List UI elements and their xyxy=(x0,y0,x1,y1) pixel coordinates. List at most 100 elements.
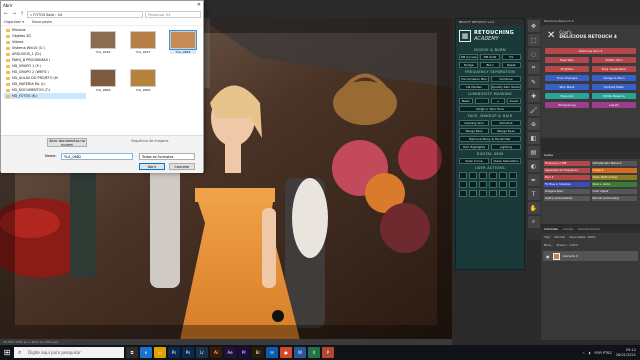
ra-action-button[interactable]: Lighting xyxy=(491,144,521,150)
hand-tool-icon[interactable]: ✋ xyxy=(527,202,540,214)
dr-action-button[interactable]: Sharpening xyxy=(545,102,589,108)
action-button[interactable]: Clean Teeth & Eyes xyxy=(591,175,637,180)
gradient-tool-icon[interactable]: ▤ xyxy=(527,146,540,158)
taskbar-app-icon[interactable]: Ps xyxy=(182,347,194,358)
file-name-input[interactable]: YLA_0682 xyxy=(61,153,133,160)
open-button[interactable]: Abrir xyxy=(139,163,165,170)
ra-action-button[interactable]: Quality Skin Texture xyxy=(491,84,521,90)
taskbar-app-icon[interactable]: Ai xyxy=(210,347,222,358)
windows-start-icon[interactable]: ⊞ xyxy=(0,345,14,360)
dr-action-button[interactable]: Portrait Mask xyxy=(592,84,636,90)
dr-action-button[interactable]: Freq. Separation xyxy=(592,66,636,72)
user-action-icon[interactable] xyxy=(509,181,517,188)
open-cloud-docs-button[interactable]: Abrir documentos no nuvem xyxy=(47,138,87,147)
action-button[interactable]: Normal (Luminosity) xyxy=(591,196,637,201)
clone-tool-icon[interactable]: ⊕ xyxy=(527,118,540,130)
ra-action-button[interactable]: Reset xyxy=(501,62,521,68)
layer-row[interactable]: ◉ Camada 0 xyxy=(543,251,638,261)
user-action-icon[interactable] xyxy=(499,172,507,179)
file-thumbnail[interactable]: YLA_0808 xyxy=(90,69,116,92)
taskbar-app-icon[interactable]: X xyxy=(308,347,320,358)
search-input[interactable]: Pesquisar 04 xyxy=(145,10,201,18)
new-folder-button[interactable]: Nova pasta xyxy=(32,20,52,24)
tab-channels[interactable]: Canais xyxy=(563,226,573,233)
dr-action-button[interactable]: Soften Skin xyxy=(592,57,636,63)
eye-icon[interactable]: ◉ xyxy=(546,254,550,259)
action-button[interactable]: Frequency 2 Diff xyxy=(544,161,590,166)
dr-action-button[interactable]: Tone Changes xyxy=(545,75,589,81)
blend-mode-select[interactable]: Normal xyxy=(554,235,565,239)
pen-tool-icon[interactable]: ✒ xyxy=(527,174,540,186)
taskbar-app-icon[interactable]: Br xyxy=(252,347,264,358)
ra-action-button[interactable]: Basic xyxy=(459,98,473,104)
dr-action-button[interactable]: Delicious Skin 4 xyxy=(545,48,636,54)
file-thumbnail[interactable]: YLA_0906 xyxy=(130,69,156,92)
taskbar-app-icon[interactable]: ✉ xyxy=(266,347,278,358)
forward-arrow-icon[interactable]: → xyxy=(11,11,17,17)
user-action-icon[interactable] xyxy=(489,172,497,179)
action-button[interactable]: Fix Blue in Shadows xyxy=(544,182,590,187)
ra-action-button[interactable]: DB Solid xyxy=(480,54,500,60)
user-action-icon[interactable] xyxy=(459,190,467,197)
ra-action-button[interactable]: Combine xyxy=(491,76,521,82)
user-action-icon[interactable] xyxy=(489,190,497,197)
ra-action-button[interactable]: DB Curves xyxy=(459,54,479,60)
ra-action-button[interactable]: Anti-Pink xyxy=(491,120,521,126)
ra-action-button[interactable]: Dodge xyxy=(459,62,479,68)
user-action-icon[interactable] xyxy=(489,181,497,188)
close-icon[interactable]: ✕ xyxy=(197,2,201,8)
back-arrow-icon[interactable]: ← xyxy=(3,11,9,17)
action-button[interactable]: Dodge & Burn xyxy=(544,189,590,194)
ra-action-button[interactable]: + xyxy=(491,98,505,104)
dr-action-button[interactable]: Eyes Glo xyxy=(545,93,589,99)
dr-action-button[interactable]: White Balance xyxy=(592,93,636,99)
tab-layers[interactable]: Camadas xyxy=(544,226,558,233)
taskbar-app-icon[interactable]: W xyxy=(294,347,306,358)
user-action-icon[interactable] xyxy=(509,190,517,197)
taskbar-app-icon[interactable]: ⧉ xyxy=(126,347,138,358)
fill-field[interactable]: Preenc.: 100% xyxy=(557,243,579,247)
ra-action-button[interactable]: Remove Shiny & Facial Hair xyxy=(459,136,521,142)
ra-action-button[interactable]: Invert xyxy=(507,98,521,104)
ra-action-button[interactable]: - xyxy=(475,98,489,104)
ra-action-button[interactable]: Neugs Bars xyxy=(459,128,489,134)
cancel-button[interactable]: Cancelar xyxy=(169,163,195,170)
dr-action-button[interactable]: Dodge & Burn xyxy=(592,75,636,81)
brush-tool-icon[interactable]: 🖌 xyxy=(527,104,540,116)
sidebar-item[interactable]: HD_FOTOS (K:) xyxy=(4,93,86,99)
taskbar-app-icon[interactable]: P xyxy=(322,347,334,358)
user-action-icon[interactable] xyxy=(499,181,507,188)
action-button[interactable]: Dodge P xyxy=(591,168,637,173)
eraser-tool-icon[interactable]: ◧ xyxy=(527,132,540,144)
file-thumbnail[interactable]: YLA_0227 xyxy=(130,31,156,54)
dr-action-button[interactable]: Liquify xyxy=(592,102,636,108)
taskbar-app-icon[interactable]: ● xyxy=(280,347,292,358)
action-button[interactable]: Glow + redos xyxy=(591,182,637,187)
tab-actions[interactable]: Ações xyxy=(544,152,553,159)
taskbar-app-icon[interactable]: Lr xyxy=(196,347,208,358)
taskbar-app-icon[interactable]: Ae xyxy=(224,347,236,358)
dr-action-button[interactable]: Heal Skin xyxy=(545,57,589,63)
dodge-tool-icon[interactable]: ◐ xyxy=(527,160,540,172)
user-action-icon[interactable] xyxy=(479,190,487,197)
ra-action-button[interactable]: Burn xyxy=(480,62,500,68)
file-thumbnail[interactable]: YLA_0682 xyxy=(169,30,197,54)
ra-action-button[interactable]: Fix xyxy=(501,54,521,60)
eyedropper-tool-icon[interactable]: ✎ xyxy=(527,76,540,88)
taskbar-app-icon[interactable]: Ps xyxy=(168,347,180,358)
healing-tool-icon[interactable]: ✚ xyxy=(527,90,540,102)
action-button[interactable]: Separação de Frequência xyxy=(544,168,590,173)
action-button[interactable]: Ultimate Skin Retouch xyxy=(591,161,637,166)
zoom-tool-icon[interactable]: ⌕ xyxy=(527,216,540,228)
organize-button[interactable]: Organizar ▾ xyxy=(4,20,24,24)
file-thumbnail[interactable]: YLA_0146 xyxy=(90,31,116,54)
language-indicator[interactable]: POR PTB2 xyxy=(595,351,612,355)
up-arrow-icon[interactable]: ↑ xyxy=(19,11,25,17)
action-button[interactable]: Color Adjust xyxy=(591,189,637,194)
user-action-icon[interactable] xyxy=(479,181,487,188)
type-tool-icon[interactable]: T xyxy=(527,188,540,200)
ra-action-button[interactable]: Clean Saturation xyxy=(491,158,521,164)
layer-kind-filter[interactable]: Tipo xyxy=(544,235,550,239)
user-action-icon[interactable] xyxy=(499,190,507,197)
user-action-icon[interactable] xyxy=(479,172,487,179)
